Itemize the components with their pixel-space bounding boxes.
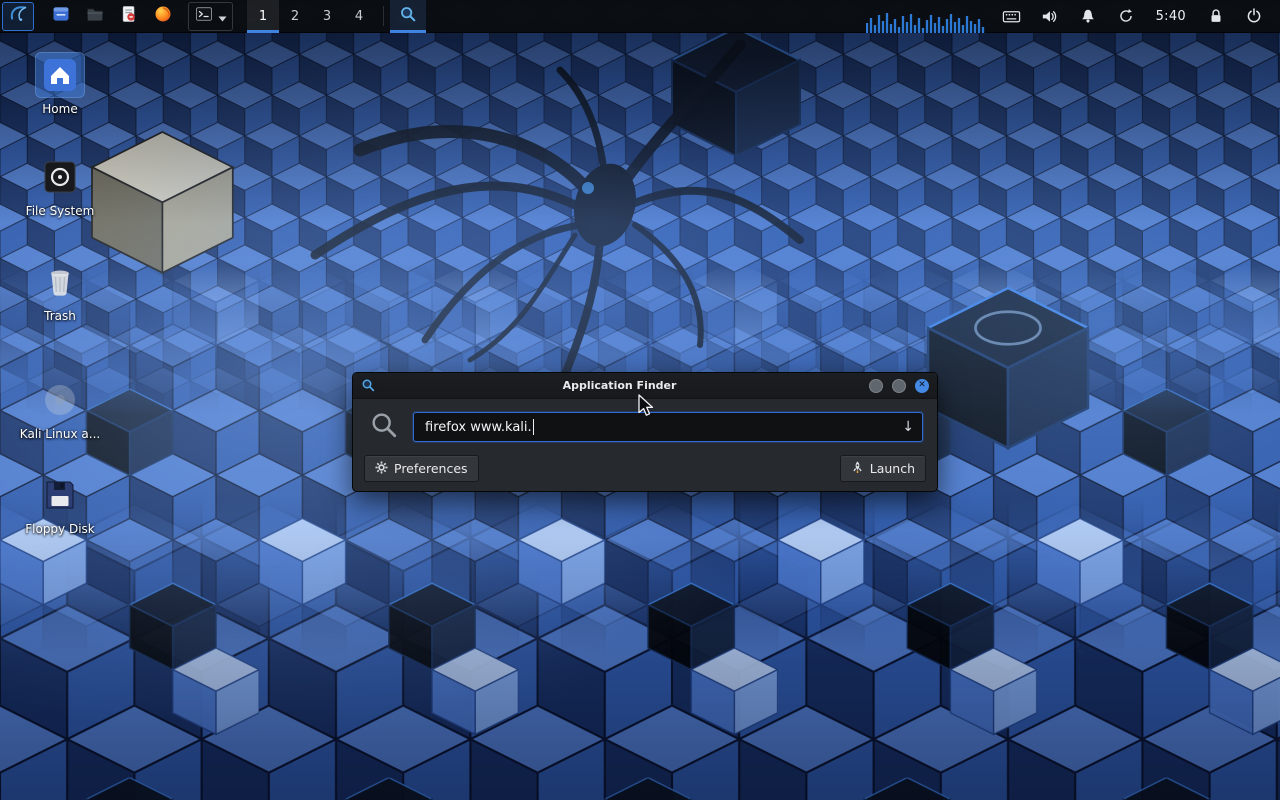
desktop-icon-home[interactable]: Home <box>12 53 108 116</box>
desktop-icon-file-system[interactable]: File System <box>12 155 108 218</box>
search-task-icon <box>399 5 417 27</box>
home-icon <box>36 53 84 97</box>
desktop-icon-kali-linux[interactable]: Kali Linux a... <box>12 378 108 441</box>
desktop-icon-label: Home <box>12 102 108 116</box>
workspace-4[interactable]: 4 <box>343 0 375 33</box>
preferences-button[interactable]: Preferences <box>364 455 479 482</box>
application-finder-window: Application Finder ✕ firefox www.kali. ↓ <box>352 372 938 492</box>
taskbar-application-finder[interactable] <box>390 0 426 33</box>
volume-icon[interactable] <box>1034 2 1066 31</box>
file-manager-icon <box>51 4 71 28</box>
desktop-icon-floppy-disk[interactable]: Floppy Disk <box>12 473 108 536</box>
desktop-icon-label: Kali Linux a... <box>12 427 108 441</box>
trash-icon <box>36 260 84 304</box>
chevron-down-icon <box>218 7 227 26</box>
desktop-icon-trash[interactable]: Trash <box>12 260 108 323</box>
history-dropdown-icon[interactable]: ↓ <box>894 419 914 435</box>
preferences-label: Preferences <box>394 461 468 476</box>
file-system-icon <box>36 155 84 199</box>
floppy-disk-icon <box>36 473 84 517</box>
audio-visualizer <box>866 0 986 33</box>
folder-icon <box>85 4 105 28</box>
desktop-icon-label: File System <box>12 204 108 218</box>
workspace-1[interactable]: 1 <box>247 0 279 33</box>
file-manager-launcher[interactable] <box>44 2 78 31</box>
workspace-2[interactable]: 2 <box>279 0 311 33</box>
keyboard-icon[interactable] <box>996 2 1028 31</box>
text-editor-launcher[interactable] <box>112 2 146 31</box>
search-input-value: firefox www.kali. <box>425 420 532 435</box>
minimize-button[interactable] <box>869 379 883 393</box>
workspace-3[interactable]: 3 <box>311 0 343 33</box>
lock-screen-icon[interactable] <box>1200 2 1232 31</box>
desktop: 1 2 3 4 <box>0 0 1280 800</box>
updates-icon[interactable] <box>1110 2 1142 31</box>
log-out-icon[interactable] <box>1238 2 1270 31</box>
notifications-bell-icon[interactable] <box>1072 2 1104 31</box>
launch-button[interactable]: Launch <box>840 455 926 482</box>
firefox-launcher[interactable] <box>146 2 180 31</box>
window-title: Application Finder <box>379 379 860 392</box>
panel-separator <box>383 6 384 26</box>
document-icon <box>119 4 139 28</box>
application-finder-icon <box>361 378 379 393</box>
text-caret <box>533 419 535 435</box>
gear-icon <box>375 461 388 477</box>
kali-disc-icon <box>36 378 84 422</box>
terminal-icon <box>194 4 214 28</box>
clock[interactable]: 5:40 <box>1148 9 1194 24</box>
panel-launchers <box>44 2 180 31</box>
kali-logo-icon <box>7 3 29 29</box>
folder-launcher[interactable] <box>78 2 112 31</box>
desktop-icon-label: Floppy Disk <box>12 522 108 536</box>
desktop-icon-label: Trash <box>12 309 108 323</box>
workspace-switcher: 1 2 3 4 <box>247 0 375 33</box>
firefox-icon <box>153 4 173 28</box>
close-button[interactable]: ✕ <box>915 379 929 393</box>
launch-label: Launch <box>870 461 915 476</box>
system-tray: 5:40 <box>996 2 1280 31</box>
kali-menu-button[interactable] <box>2 2 34 31</box>
search-input[interactable]: firefox www.kali. ↓ <box>413 412 923 442</box>
launch-icon <box>851 461 864 477</box>
top-panel: 1 2 3 4 <box>0 0 1280 33</box>
dialog-actions: Preferences Launch <box>353 453 937 482</box>
search-magnifier-icon <box>369 410 399 444</box>
mouse-cursor <box>637 394 657 422</box>
terminal-launcher[interactable] <box>188 2 233 31</box>
maximize-button[interactable] <box>892 379 906 393</box>
